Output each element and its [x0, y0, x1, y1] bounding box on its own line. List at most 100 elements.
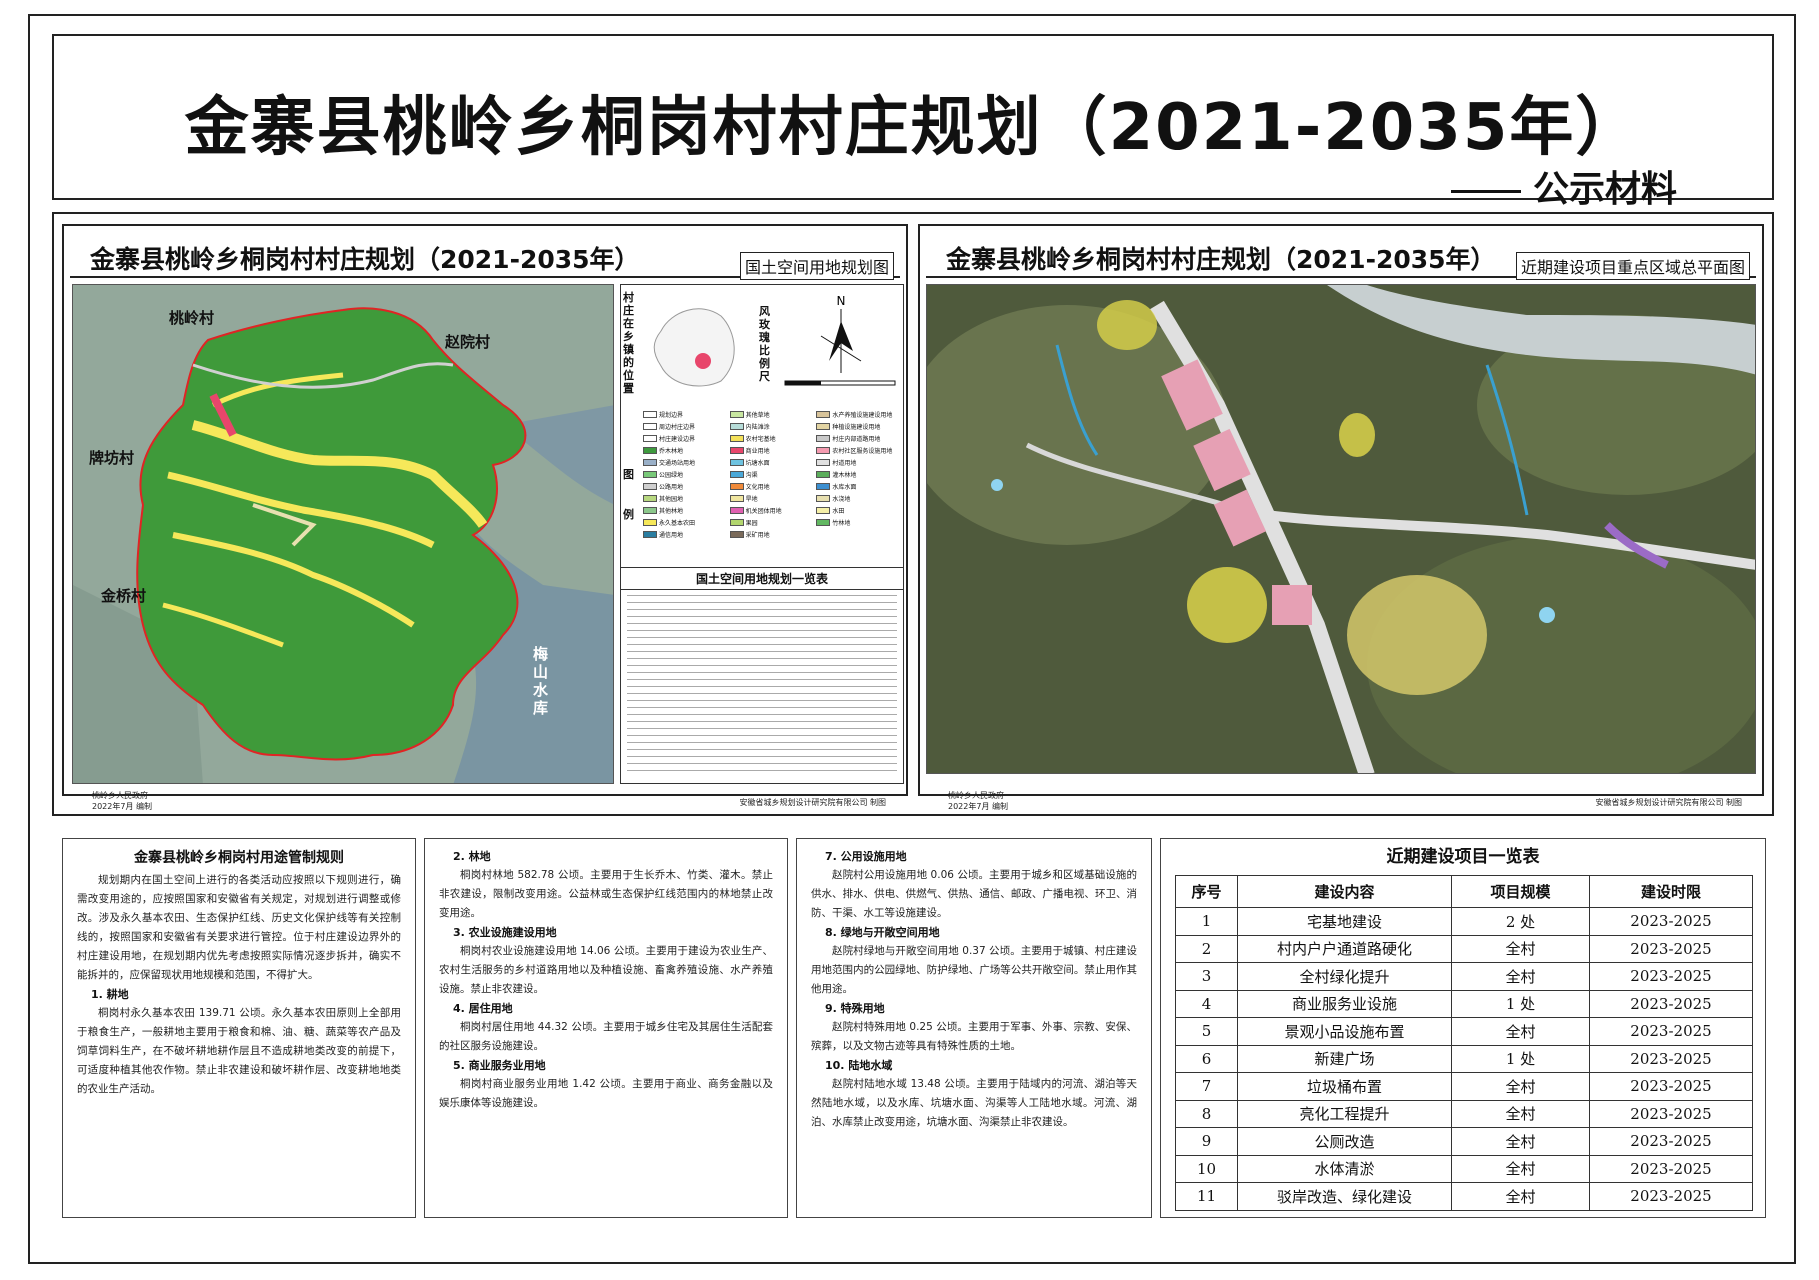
table-cell: 亮化工程提升	[1237, 1099, 1452, 1128]
table-cell: 新建广场	[1237, 1044, 1452, 1073]
legend-item: 村庄内部道路用地	[816, 433, 899, 443]
section-5-text: 桐岗村商业服务业用地 1.42 公顷。主要用于商业、商务金融以及娱乐康体等设施建…	[439, 1078, 773, 1109]
table-cell: 2023-2025	[1589, 934, 1753, 963]
panel-title: 金寨县桃岭乡桐岗村村庄规划（2021-2035年）	[946, 245, 1496, 274]
table-cell: 8	[1175, 1099, 1238, 1128]
rules-intro: 规划期内在国土空间上进行的各类活动应按照以下规则进行，确需改变用途的，应按照国家…	[77, 874, 401, 981]
legend-swatch	[816, 446, 831, 454]
table-cell: 2	[1175, 934, 1238, 963]
left-footer-left: 桃岭乡人民政府 2022年7月 编制	[92, 791, 152, 811]
location-inset-map	[653, 308, 735, 387]
panel-tag: 近期建设项目重点区域总平面图	[1515, 252, 1750, 280]
table-cell: 全村	[1451, 1154, 1590, 1183]
panel-header: 金寨县桃岭乡桐岗村村庄规划（2021-2035年） 近期建设项目重点区域总平面图	[926, 232, 1756, 280]
table-cell: 2023-2025	[1589, 1154, 1753, 1183]
table-cell: 2023-2025	[1589, 1072, 1753, 1101]
table-cell: 全村	[1451, 1127, 1590, 1156]
header-cell: 序号	[1175, 875, 1238, 908]
table-row	[627, 666, 897, 673]
legend-item-label: 农村社区服务设施用地	[832, 447, 893, 455]
rules-panel-2: 2. 林地 桐岗村林地 582.78 公顷。主要用于生长乔木、竹类、灌木。禁止非…	[424, 838, 788, 1218]
legend-swatch	[729, 446, 744, 454]
table-cell: 1	[1175, 907, 1238, 936]
legend-item: 其他林地	[643, 505, 726, 515]
panel-tag: 国土空间用地规划图	[739, 252, 894, 280]
village-label-paifang: 牌坊村	[89, 449, 135, 467]
section-1-title: 1. 耕地	[91, 988, 129, 1001]
table-row	[627, 701, 897, 708]
legend-item-label: 水库水面	[832, 483, 857, 491]
subtitle-text: 公示材料	[1532, 169, 1677, 210]
section-7-title: 7. 公用设施用地	[825, 850, 907, 863]
legend-item: 沟渠	[729, 469, 813, 479]
village-label-taoling: 桃岭村	[169, 309, 215, 327]
legend-item-label: 灌木林地	[832, 471, 857, 479]
land-use-table	[627, 589, 897, 777]
legend-swatch	[729, 434, 744, 442]
section-3-text: 桐岗村农业设施建设用地 14.06 公顷。主要用于建设为农业生产、农村生活服务的…	[439, 945, 773, 995]
table-row	[627, 687, 897, 694]
legend-item: 公路用地	[643, 481, 726, 491]
table-cell: 全村	[1451, 1017, 1590, 1046]
table-row	[627, 764, 897, 771]
legend-item: 农村社区服务设施用地	[816, 445, 899, 455]
legend-item-label: 公路用地	[659, 483, 684, 491]
table-row	[627, 652, 897, 659]
land-use-plan-panel: 金寨县桃岭乡桐岗村村庄规划（2021-2035年） 国土空间用地规划图 桃岭村 …	[62, 224, 908, 811]
table-row	[627, 750, 897, 757]
legend-item-label: 文化用地	[745, 483, 770, 491]
panel-header: 金寨县桃岭乡桐岗村村庄规划（2021-2035年） 国土空间用地规划图	[70, 232, 900, 280]
legend-label: 图例	[623, 468, 634, 521]
legend-swatch	[643, 470, 657, 478]
legend-grid: 规划边界 其他草地 水产养殖设施建设用地 周边村庄边界 内陆滩涂 种植设施建设用地 村庄建设…	[643, 409, 899, 539]
section-9-text: 赵院村特殊用地 0.25 公顷。主要用于军事、外事、宗教、安保、殡葬，以及文物古…	[811, 1021, 1137, 1052]
legend-swatch	[643, 482, 657, 490]
legend-item: 周边村庄边界	[643, 421, 726, 431]
table-row	[627, 680, 897, 687]
legend-item-label: 村道用地	[832, 459, 857, 467]
table-cell: 10	[1175, 1154, 1238, 1183]
table-row: 9 公厕改造 全村 2023-2025	[1175, 1127, 1753, 1156]
legend-swatch	[729, 470, 744, 478]
table-row	[627, 589, 897, 596]
legend-swatch	[729, 518, 744, 526]
land-use-map[interactable]: 桃岭村 赵院村 牌坊村 金桥村 梅山水库	[72, 284, 614, 784]
table-cell: 驳岸改造、绿化建设	[1237, 1182, 1452, 1211]
legend-item-label: 交通场站用地	[659, 459, 696, 467]
section-5-title: 5. 商业服务业用地	[453, 1059, 546, 1072]
legend-item-label: 规划边界	[659, 411, 684, 419]
dash-line	[1450, 189, 1521, 193]
table-row	[627, 715, 897, 722]
site-plan-panel: 金寨县桃岭乡桐岗村村庄规划（2021-2035年） 近期建设项目重点区域总平面图	[918, 224, 1764, 811]
table-row	[627, 631, 897, 638]
legend-item: 灌木林地	[816, 469, 899, 479]
legend-item-label: 其他林地	[659, 507, 684, 515]
section-4-text: 桐岗村居住用地 44.32 公顷。主要用于城乡住宅及其居住生活配套的社区服务设施…	[439, 1021, 773, 1052]
legend-swatch	[816, 422, 831, 430]
table-cell: 2023-2025	[1589, 907, 1753, 936]
legend-swatch	[643, 434, 657, 442]
title-box: 金寨县桃岭乡桐岗村村庄规划（2021-2035年） 公示材料	[52, 34, 1774, 210]
legend-swatch	[729, 530, 744, 538]
table-cell: 5	[1175, 1017, 1238, 1046]
village-label-jinqiao: 金桥村	[101, 587, 147, 605]
table-cell: 水体清淤	[1237, 1154, 1452, 1183]
legend-swatch	[643, 518, 657, 526]
legend-item-label: 旱地	[745, 495, 758, 503]
legend-item-label: 采矿用地	[745, 531, 770, 539]
table-row: 2 村内户户通道路硬化 全村 2023-2025	[1175, 934, 1753, 963]
table-row: 7 垃圾桶布置 全村 2023-2025	[1175, 1072, 1753, 1101]
village-label-zhaoyuan: 赵院村	[445, 333, 491, 351]
projects-table-body: 1 宅基地建设 2 处 2023-2025 2 村内户户通道路硬化 全村 2023-2025 3…	[1175, 907, 1753, 1211]
legend-item: 机关团体用地	[729, 505, 813, 515]
table-cell: 全村	[1451, 934, 1590, 963]
legend-swatch	[643, 494, 657, 502]
legend-item-label: 乔木林地	[659, 447, 684, 455]
page-subtitle: 公示材料	[1450, 160, 1677, 212]
table-cell: 全村	[1451, 1072, 1590, 1101]
legend-swatch	[729, 482, 744, 490]
table-cell: 1 处	[1451, 1044, 1590, 1073]
site-plan-map[interactable]	[926, 284, 1756, 774]
table-cell: 2023-2025	[1589, 1044, 1753, 1073]
header-cell: 建设内容	[1237, 875, 1452, 908]
